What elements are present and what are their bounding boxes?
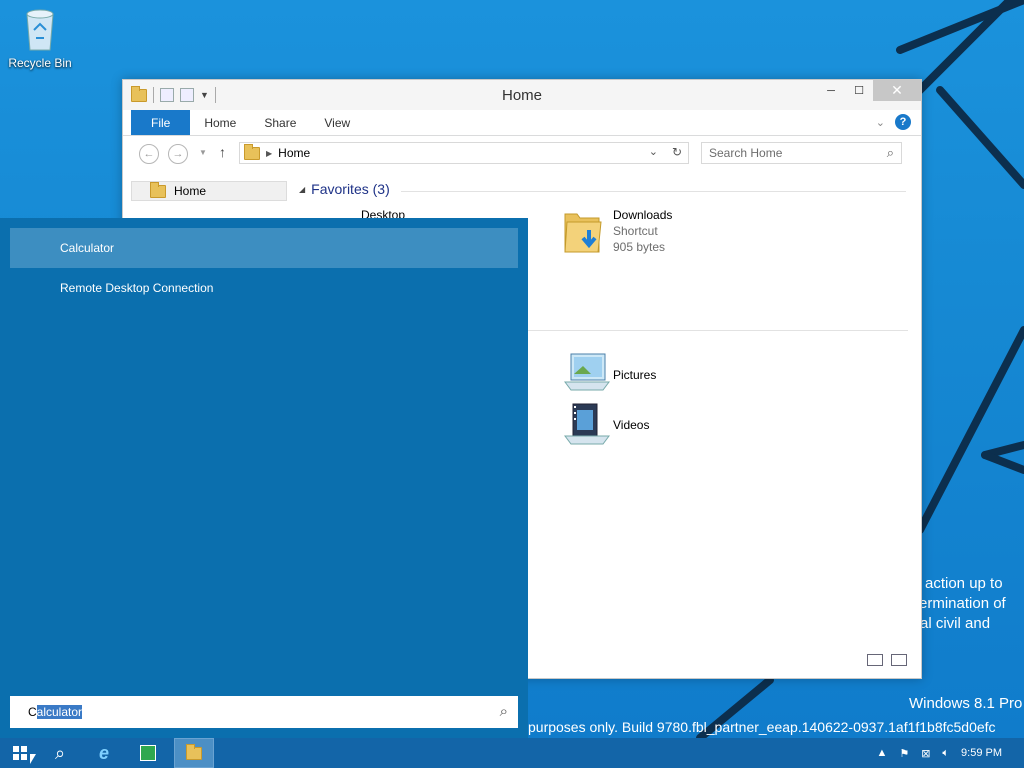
maximize-button[interactable]: ☐ bbox=[845, 80, 873, 101]
build-label: purposes only. Build 9780.fbl_partner_ee… bbox=[528, 719, 996, 735]
internet-explorer-icon: e bbox=[98, 742, 109, 763]
item-name: Videos bbox=[613, 418, 650, 432]
close-button[interactable]: ✕ bbox=[873, 80, 921, 101]
store-button[interactable] bbox=[128, 738, 168, 768]
breadcrumb-chevron-icon[interactable]: ▶ bbox=[266, 149, 272, 158]
network-icon[interactable]: ⊠ bbox=[921, 747, 930, 760]
title-bar[interactable]: ▼ Home ─ ☐ ✕ bbox=[123, 80, 921, 110]
taskbar: ⌕ e ▲ ⚑ ⊠ 🔈︎ 9:59 PM bbox=[0, 738, 1024, 768]
tab-file[interactable]: File bbox=[131, 110, 191, 135]
group-divider bbox=[401, 191, 906, 192]
os-edition-label: Windows 8.1 Pro bbox=[909, 695, 1023, 712]
item-videos[interactable]: Videos bbox=[563, 402, 649, 448]
home-folder-icon bbox=[150, 181, 166, 198]
up-button[interactable]: ↑ bbox=[219, 144, 226, 160]
action-center-flag-icon[interactable]: ⚑ bbox=[899, 747, 909, 760]
windows-logo-icon bbox=[13, 746, 27, 760]
tab-home[interactable]: Home bbox=[190, 110, 250, 135]
recycle-bin-shortcut[interactable]: Recycle Bin bbox=[6, 6, 74, 70]
recent-locations-icon[interactable]: ▼ bbox=[199, 148, 207, 157]
tab-share[interactable]: Share bbox=[250, 110, 310, 135]
start-search-input[interactable]: Calculator ⌕ bbox=[10, 696, 518, 728]
item-name: Pictures bbox=[613, 368, 657, 382]
start-search-panel: Calculator Remote Desktop Connection Cal… bbox=[0, 218, 528, 738]
tab-view[interactable]: View bbox=[310, 110, 364, 135]
group-header-label: Favorites (3) bbox=[311, 181, 390, 197]
volume-icon[interactable]: 🔈︎ bbox=[942, 747, 949, 760]
minimize-button[interactable]: ─ bbox=[817, 80, 845, 101]
item-type: Shortcut bbox=[613, 224, 658, 238]
item-size: 905 bytes bbox=[613, 240, 666, 254]
back-button[interactable]: ← bbox=[139, 144, 159, 164]
details-view-icon[interactable] bbox=[867, 654, 883, 666]
system-tray: ▲ ⚑ ⊠ 🔈︎ 9:59 PM bbox=[876, 738, 1024, 768]
folder-icon bbox=[244, 143, 260, 160]
group-divider bbox=[523, 330, 908, 331]
address-row: ← → ▼ ↑ ▶ Home ⌄ ↻ Search Home ⌕ bbox=[123, 136, 921, 170]
file-explorer-taskbar-button[interactable] bbox=[174, 738, 214, 768]
item-downloads[interactable]: Downloads Shortcut 905 bytes bbox=[563, 208, 672, 254]
videos-library-icon bbox=[563, 402, 610, 448]
pictures-library-icon bbox=[563, 352, 610, 398]
refresh-icon[interactable]: ↻ bbox=[672, 145, 682, 159]
show-hidden-icons-icon[interactable]: ▲ bbox=[876, 747, 887, 759]
nav-item-home[interactable]: Home bbox=[131, 181, 287, 201]
recycle-bin-icon bbox=[23, 6, 57, 52]
search-query-selected: alculator bbox=[36, 705, 83, 719]
watermark-line-3: al civil and bbox=[920, 615, 991, 632]
item-name: Downloads bbox=[613, 208, 673, 222]
large-icons-view-icon[interactable] bbox=[891, 654, 907, 666]
search-icon[interactable]: ⌕ bbox=[500, 696, 508, 728]
address-text: Home bbox=[278, 146, 311, 160]
forward-button[interactable]: → bbox=[168, 144, 188, 164]
watermark-line-1: action up to bbox=[925, 575, 1003, 592]
item-pictures[interactable]: Pictures bbox=[563, 352, 656, 398]
clock[interactable]: 9:59 PM bbox=[961, 747, 1002, 759]
search-query-first-char: C bbox=[28, 705, 37, 719]
collapse-arrow-icon[interactable]: ◢ bbox=[299, 185, 305, 194]
search-placeholder: Search Home bbox=[709, 146, 783, 160]
internet-explorer-button[interactable]: e bbox=[84, 738, 124, 768]
expand-ribbon-icon[interactable]: ⌄ bbox=[876, 116, 885, 129]
search-result-remote-desktop[interactable]: Remote Desktop Connection bbox=[10, 268, 518, 308]
nav-item-label: Home bbox=[174, 184, 207, 198]
search-icon[interactable]: ⌕ bbox=[887, 143, 894, 163]
file-explorer-icon bbox=[186, 743, 202, 760]
search-input[interactable]: Search Home ⌕ bbox=[701, 142, 902, 164]
mouse-cursor bbox=[30, 754, 36, 764]
store-icon bbox=[140, 745, 156, 761]
window-title: Home bbox=[501, 87, 542, 104]
address-bar[interactable]: ▶ Home ⌄ ↻ bbox=[239, 142, 689, 164]
downloads-folder-icon bbox=[563, 208, 603, 254]
search-icon: ⌕ bbox=[54, 742, 66, 763]
ribbon-tabs: File Home Share View ⌄ ? bbox=[123, 110, 921, 136]
address-dropdown-icon[interactable]: ⌄ bbox=[649, 145, 658, 158]
watermark-line-2: ermination of bbox=[919, 595, 1006, 612]
search-taskbar-button[interactable]: ⌕ bbox=[40, 738, 80, 768]
help-icon[interactable]: ? bbox=[895, 114, 911, 130]
search-result-calculator[interactable]: Calculator bbox=[10, 228, 518, 268]
recycle-bin-label: Recycle Bin bbox=[8, 56, 72, 70]
group-header-favorites[interactable]: ◢ Favorites (3) bbox=[299, 181, 390, 197]
